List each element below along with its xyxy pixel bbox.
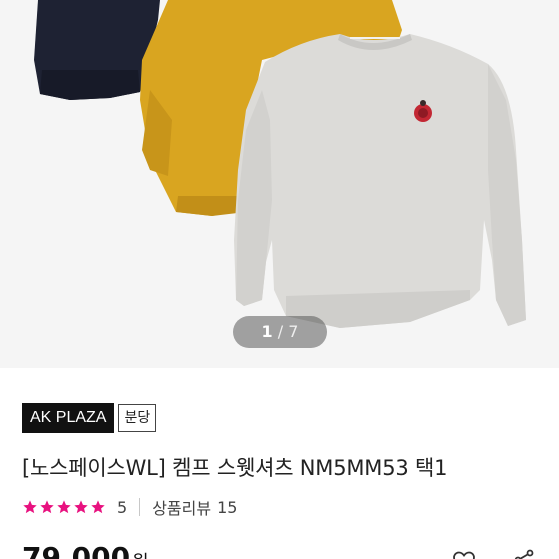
product-image bbox=[34, 0, 526, 328]
price-value: 79,000 bbox=[22, 541, 131, 559]
image-pager: 1 / 7 bbox=[233, 316, 327, 348]
price-row: 79,000 원 bbox=[22, 541, 149, 559]
review-count[interactable]: 15 bbox=[217, 498, 237, 517]
star-icon bbox=[91, 500, 105, 514]
star-icon bbox=[57, 500, 71, 514]
pager-total: 7 bbox=[288, 322, 299, 341]
price-currency: 원 bbox=[132, 548, 149, 559]
star-icon bbox=[23, 500, 37, 514]
rating-score: 5 bbox=[117, 497, 128, 517]
pager-current: 1 bbox=[261, 322, 273, 341]
divider bbox=[139, 498, 141, 516]
review-label[interactable]: 상품리뷰 bbox=[152, 495, 211, 519]
badge-row: AK PLAZA 분당 bbox=[22, 403, 157, 433]
heart-icon[interactable] bbox=[452, 548, 476, 559]
product-title: [노스페이스WL] 켐프 스웻셔츠 NM5MM53 택1 bbox=[22, 456, 448, 480]
product-image-gallery[interactable]: 1 / 7 bbox=[0, 0, 559, 368]
rating-row[interactable]: 5 상품리뷰 15 bbox=[22, 496, 237, 518]
star-icon bbox=[74, 500, 88, 514]
mall-badge[interactable]: AK PLAZA bbox=[22, 403, 115, 433]
pager-separator: / bbox=[277, 322, 284, 341]
branch-badge: 분당 bbox=[118, 404, 157, 432]
star-rating bbox=[22, 499, 106, 515]
share-icon[interactable] bbox=[512, 548, 536, 559]
star-icon bbox=[40, 500, 54, 514]
action-icons bbox=[452, 548, 536, 559]
